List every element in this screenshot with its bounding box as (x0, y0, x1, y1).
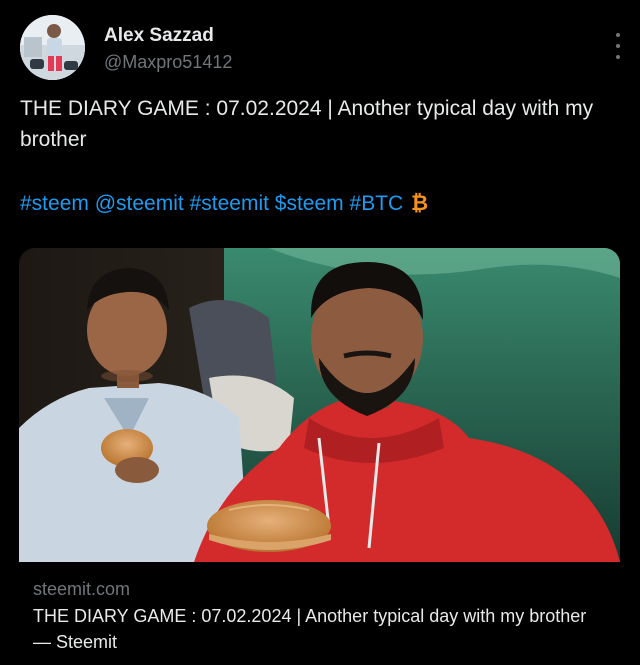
tweet-tags: #steem @steemit #steemit $steem #BTC ₿ (20, 188, 620, 219)
avatar[interactable] (20, 15, 85, 80)
author-handle[interactable]: @Maxpro51412 (104, 51, 232, 73)
hashtag-steem[interactable]: #steem (20, 192, 89, 215)
tweet-text: THE DIARY GAME : 07.02.2024 | Another ty… (20, 97, 594, 151)
cashtag-steem[interactable]: $steem (275, 192, 344, 215)
card-image[interactable] (19, 248, 620, 562)
dot (616, 44, 620, 48)
dot (616, 55, 620, 59)
hashtag-btc[interactable]: #BTC (350, 192, 404, 215)
link-card[interactable]: steemit.com THE DIARY GAME : 07.02.2024 … (19, 248, 620, 664)
card-title[interactable]: THE DIARY GAME : 07.02.2024 | Another ty… (33, 603, 609, 655)
card-domain: steemit.com (33, 579, 131, 599)
tweet-header: Alex Sazzad @Maxpro51412 (20, 15, 624, 85)
hashtag-steemit[interactable]: #steemit (190, 192, 269, 215)
dot (616, 33, 620, 37)
bitcoin-icon: ₿ (411, 192, 429, 215)
card-meta: steemit.com THE DIARY GAME : 07.02.2024 … (33, 578, 609, 655)
mention-steemit[interactable]: @steemit (95, 192, 184, 215)
author-display-name[interactable]: Alex Sazzad (104, 25, 232, 47)
author-names: Alex Sazzad @Maxpro51412 (104, 25, 232, 73)
more-options-icon[interactable] (612, 33, 624, 59)
